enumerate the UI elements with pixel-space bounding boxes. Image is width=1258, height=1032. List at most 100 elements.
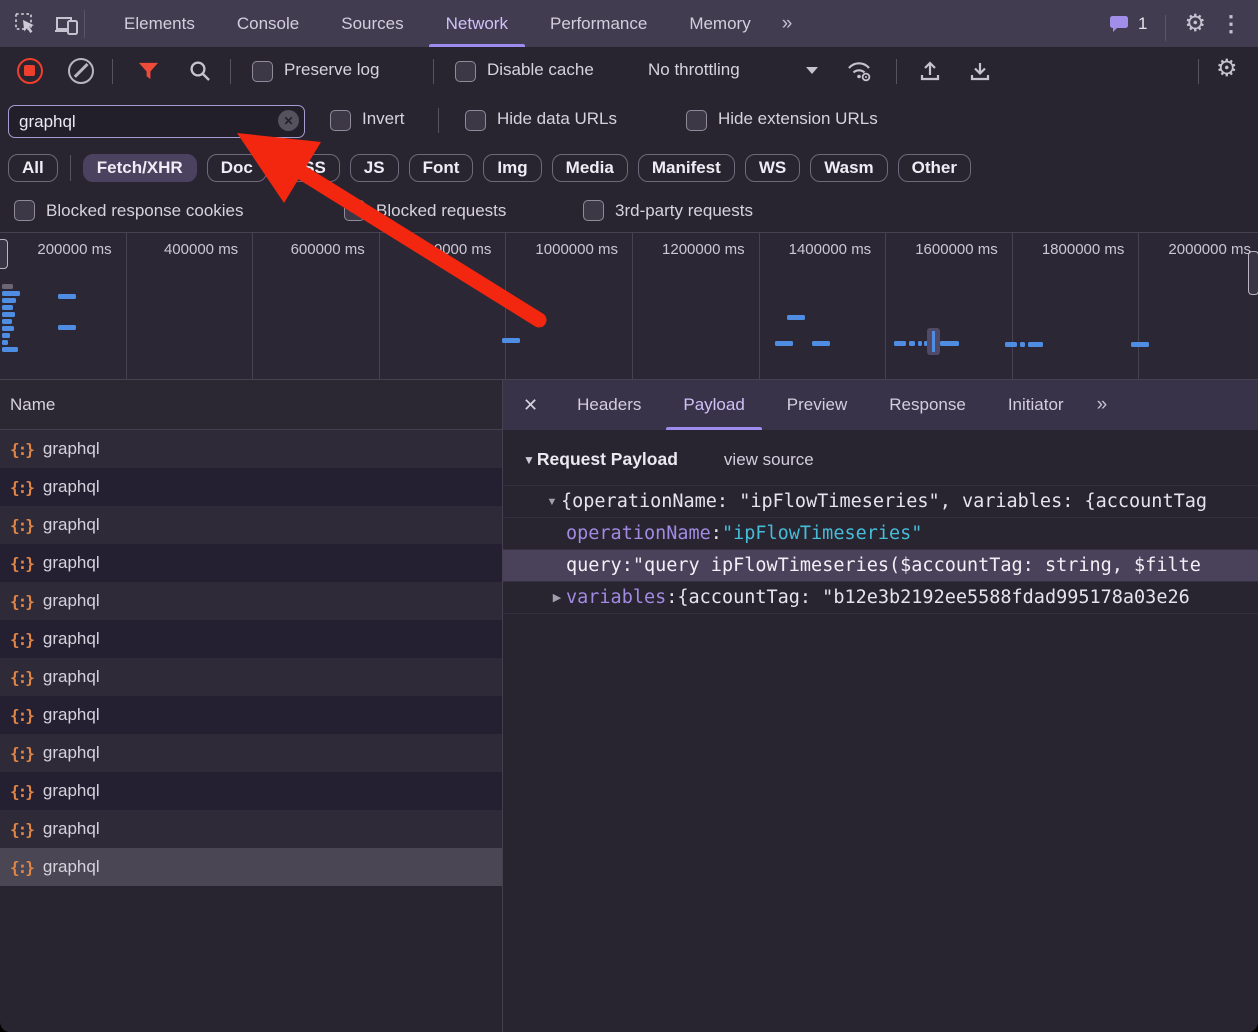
timeline-label: 1000000 ms xyxy=(535,241,618,258)
request-row[interactable]: {:}graphql xyxy=(0,582,502,620)
request-bar xyxy=(2,340,8,345)
filter-icon[interactable] xyxy=(137,60,160,83)
export-har-icon[interactable] xyxy=(968,59,992,83)
issues-icon[interactable]: 1 xyxy=(1108,13,1147,35)
payload-preview-row[interactable]: ▼ {operationName: "ipFlowTimeseries", va… xyxy=(503,485,1258,518)
name-column-header[interactable]: Name xyxy=(0,380,502,430)
request-payload-header[interactable]: ▼ Request Payload view source xyxy=(503,443,1258,476)
chip-manifest[interactable]: Manifest xyxy=(638,154,735,182)
divider xyxy=(896,59,897,84)
request-row[interactable]: {:}graphql xyxy=(0,544,502,582)
details-tab-headers[interactable]: Headers xyxy=(556,380,662,430)
tab-network[interactable]: Network xyxy=(425,0,529,47)
tab-sources[interactable]: Sources xyxy=(320,0,424,47)
hide-extension-urls-checkbox[interactable] xyxy=(686,110,707,131)
expand-triangle-icon[interactable]: ▶ xyxy=(548,591,566,604)
hide-data-urls-checkbox[interactable] xyxy=(465,110,486,131)
tab-elements[interactable]: Elements xyxy=(103,0,216,47)
hide-data-urls-label: Hide data URLs xyxy=(497,109,617,129)
devtools-tabbar: ElementsConsoleSourcesNetworkPerformance… xyxy=(0,0,1258,47)
chip-other[interactable]: Other xyxy=(898,154,971,182)
import-har-icon[interactable] xyxy=(918,59,942,83)
timeline-label: 1800000 ms xyxy=(1042,241,1125,258)
chip-all[interactable]: All xyxy=(8,154,58,182)
timeline-column: 1600000 ms xyxy=(886,233,1013,379)
divider xyxy=(438,108,439,133)
hide-extension-urls-label: Hide extension URLs xyxy=(718,109,878,129)
settings-gear-icon[interactable]: ⚙ xyxy=(1184,12,1206,36)
throttling-caret-icon[interactable] xyxy=(806,67,818,74)
details-tab-response[interactable]: Response xyxy=(868,380,987,430)
panel-tabs: ElementsConsoleSourcesNetworkPerformance… xyxy=(103,0,772,47)
request-bar xyxy=(2,333,10,338)
chip-img[interactable]: Img xyxy=(483,154,541,182)
kebab-menu-icon[interactable]: ⋮ xyxy=(1220,13,1242,35)
chip-wasm[interactable]: Wasm xyxy=(810,154,887,182)
chip-font[interactable]: Font xyxy=(409,154,474,182)
chip-fetch-xhr[interactable]: Fetch/XHR xyxy=(83,154,197,182)
details-tab-initiator[interactable]: Initiator xyxy=(987,380,1085,430)
request-row[interactable]: {:}graphql xyxy=(0,430,502,468)
network-overview-timeline[interactable]: 200000 ms400000 ms600000 ms800000 ms1000… xyxy=(0,232,1258,380)
invert-checkbox[interactable] xyxy=(330,110,351,131)
divider xyxy=(230,59,231,84)
expand-triangle-icon[interactable]: ▼ xyxy=(543,496,561,508)
chip-media[interactable]: Media xyxy=(552,154,628,182)
request-row[interactable]: {:}graphql xyxy=(0,772,502,810)
chip-ws[interactable]: WS xyxy=(745,154,800,182)
chip-doc[interactable]: Doc xyxy=(207,154,267,182)
network-conditions-icon[interactable] xyxy=(845,58,873,84)
request-row[interactable]: {:}graphql xyxy=(0,848,502,886)
tab-console[interactable]: Console xyxy=(216,0,320,47)
collapse-triangle-icon[interactable]: ▼ xyxy=(523,453,535,467)
request-row[interactable]: {:}graphql xyxy=(0,468,502,506)
request-row[interactable]: {:}graphql xyxy=(0,506,502,544)
disable-cache-checkbox[interactable] xyxy=(455,61,476,82)
request-row[interactable]: {:}graphql xyxy=(0,734,502,772)
request-row[interactable]: {:}graphql xyxy=(0,620,502,658)
request-bar xyxy=(2,291,20,296)
more-details-tabs-chevron-icon[interactable]: » xyxy=(1087,380,1118,430)
preserve-log-checkbox[interactable] xyxy=(252,61,273,82)
fetch-xhr-icon: {:} xyxy=(10,440,33,459)
divider xyxy=(70,155,71,181)
clear-button[interactable] xyxy=(68,58,94,84)
request-row[interactable]: {:}graphql xyxy=(0,696,502,734)
search-icon[interactable] xyxy=(188,59,212,83)
device-toolbar-icon[interactable] xyxy=(54,12,80,36)
chip-css[interactable]: CSS xyxy=(277,154,340,182)
view-source-link[interactable]: view source xyxy=(724,450,814,470)
details-tab-preview[interactable]: Preview xyxy=(766,380,868,430)
clear-filter-icon[interactable]: ✕ xyxy=(278,110,299,131)
network-settings-gear-icon[interactable]: ⚙ xyxy=(1216,57,1238,81)
inspect-element-icon[interactable] xyxy=(14,12,38,36)
request-row[interactable]: {:}graphql xyxy=(0,658,502,696)
third-party-requests-checkbox[interactable] xyxy=(583,200,604,221)
network-toolbar: Preserve log Disable cache No throttling… xyxy=(0,47,1258,96)
details-tabbar: ✕ HeadersPayloadPreviewResponseInitiator… xyxy=(503,380,1258,430)
request-bar xyxy=(2,312,15,317)
chip-js[interactable]: JS xyxy=(350,154,399,182)
payload-row-operation-name[interactable]: operationName: "ipFlowTimeseries" xyxy=(503,518,1258,550)
request-name: graphql xyxy=(43,591,100,611)
timeline-column: 1200000 ms xyxy=(633,233,760,379)
request-bar xyxy=(502,338,520,343)
payload-row-variables[interactable]: ▶ variables: {accountTag: "b12e3b2192ee5… xyxy=(503,582,1258,614)
more-tabs-chevron-icon[interactable]: » xyxy=(772,0,803,47)
record-button[interactable] xyxy=(17,58,43,84)
request-bar xyxy=(2,347,18,352)
details-tab-payload[interactable]: Payload xyxy=(662,380,765,430)
blocked-requests-label: Blocked requests xyxy=(376,201,506,221)
request-name: graphql xyxy=(43,705,100,725)
blocked-response-cookies-checkbox[interactable] xyxy=(14,200,35,221)
request-row[interactable]: {:}graphql xyxy=(0,810,502,848)
filter-input[interactable]: graphql ✕ xyxy=(8,105,305,138)
payload-pane: ▼ Request Payload view source ▼ {operati… xyxy=(503,430,1258,614)
close-details-icon[interactable]: ✕ xyxy=(503,380,556,430)
tab-performance[interactable]: Performance xyxy=(529,0,668,47)
tab-memory[interactable]: Memory xyxy=(668,0,771,47)
selected-request-marker[interactable] xyxy=(927,328,940,355)
throttling-select[interactable]: No throttling xyxy=(648,60,740,80)
payload-row-query[interactable]: query: "query ipFlowTimeseries($accountT… xyxy=(503,550,1258,582)
blocked-requests-checkbox[interactable] xyxy=(344,200,365,221)
